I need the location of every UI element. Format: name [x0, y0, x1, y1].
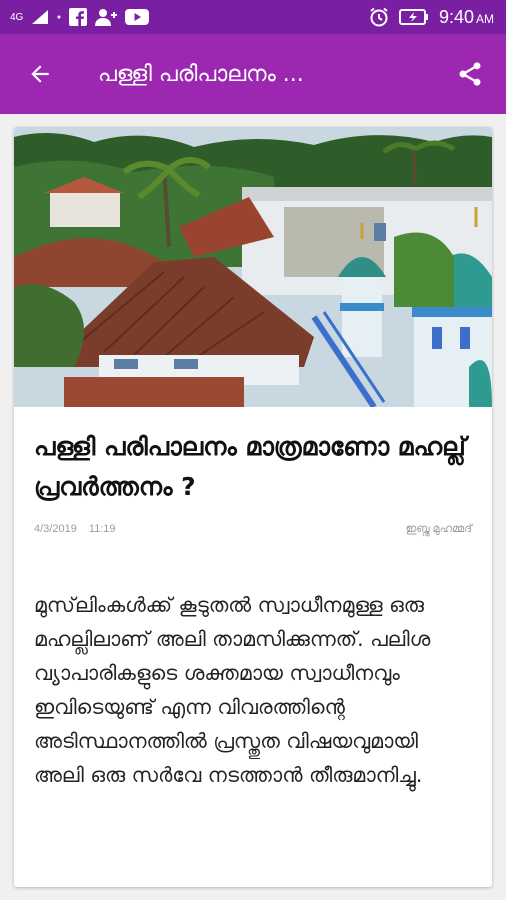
- status-bar: 4G 9:40 AM: [0, 0, 506, 34]
- youtube-icon: [125, 9, 150, 25]
- facebook-icon: [69, 8, 88, 26]
- article-content: പള്ളി പരിപാലനം മാത്രമാണോ മഹല്ല് പ്രവർത്ത…: [14, 407, 492, 792]
- battery-charging-icon: [398, 9, 428, 25]
- share-icon: [459, 62, 481, 86]
- clock-ampm: AM: [476, 11, 494, 26]
- app-bar-title: പള്ളി പരിപാലനം ...: [98, 61, 304, 87]
- article-author: ഇബ്നു മുഹമ്മദ്: [405, 523, 472, 535]
- article-card: പള്ളി പരിപാലനം മാത്രമാണോ മഹല്ല് പ്രവർത്ത…: [14, 127, 492, 887]
- share-button[interactable]: [448, 52, 492, 96]
- article-datetime: 4/3/2019 11:19: [34, 523, 128, 536]
- article-time: 11:19: [88, 523, 116, 535]
- app-bar: പള്ളി പരിപാലനം ...: [0, 34, 506, 114]
- person-add-icon: [95, 9, 118, 26]
- status-left: 4G: [10, 8, 150, 26]
- signal-icon: [32, 10, 49, 24]
- clock: 9:40 AM: [439, 7, 494, 28]
- alarm-icon: [370, 7, 388, 27]
- article-meta: 4/3/2019 11:19 ഇബ്നു മുഹമ്മദ്: [34, 523, 472, 536]
- status-right: 9:40 AM: [369, 7, 494, 28]
- article-hero-image: [14, 127, 492, 407]
- separator-dot: [57, 15, 61, 19]
- clock-time: 9:40: [438, 6, 474, 27]
- article-body: മുസ്‌ലിംകൾക്ക് കൂടുതൽ സ്വാധീനമുള്ള ഒരു മ…: [34, 593, 431, 787]
- article-date: 4/3/2019: [34, 523, 77, 535]
- arrow-back-icon: [31, 65, 49, 83]
- article-title: പള്ളി പരിപാലനം മാത്രമാണോ മഹല്ല് പ്രവർത്ത…: [34, 432, 466, 501]
- back-button[interactable]: [10, 44, 70, 104]
- network-type: 4G: [10, 11, 24, 23]
